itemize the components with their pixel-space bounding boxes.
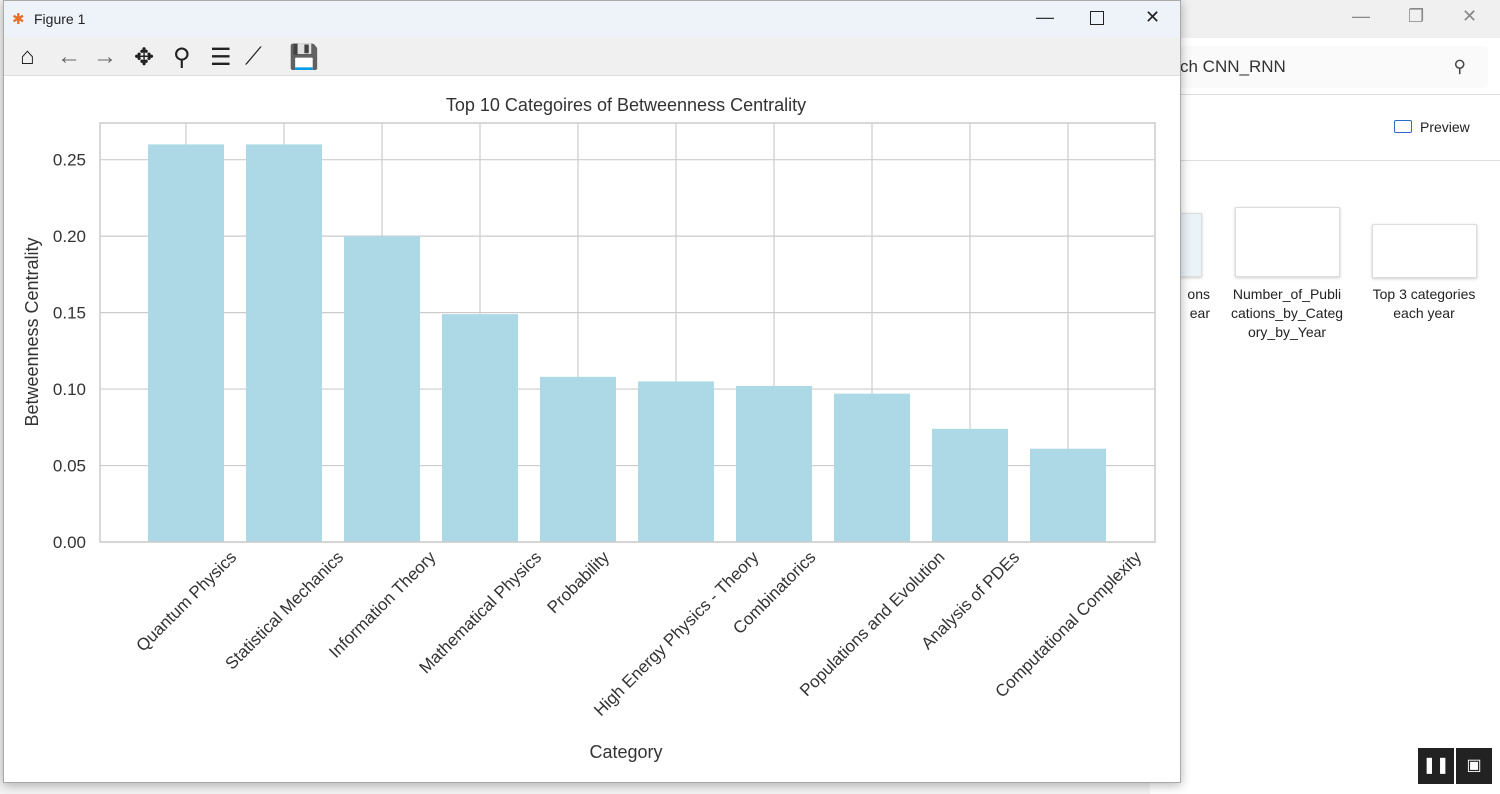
file-name[interactable]: Top 3 categories each year: [1362, 285, 1486, 323]
picture-icon[interactable]: ▣: [1456, 748, 1492, 784]
edit-axis-icon[interactable]: ⟋: [245, 43, 262, 71]
file-explorer-window: — ❐ ✕ ch CNN_RNN ⚲ Preview ons ear Number…: [1150, 0, 1500, 794]
x-tick-label: Populations and Evolution: [796, 548, 948, 700]
x-axis-label: Category: [589, 742, 662, 762]
bar: [1030, 448, 1106, 542]
maximize-button[interactable]: [1090, 11, 1104, 25]
y-tick-label: 0.10: [53, 380, 86, 399]
bar: [932, 428, 1008, 542]
y-tick-label: 0.15: [53, 304, 86, 323]
y-tick-label: 0.20: [53, 227, 86, 246]
bar: [442, 314, 518, 542]
file-thumbnail[interactable]: [1372, 224, 1477, 278]
home-icon[interactable]: ⌂: [20, 43, 35, 71]
app-icon: ✱: [12, 11, 25, 28]
y-tick-label: 0.00: [53, 533, 86, 552]
back-icon[interactable]: ←: [57, 43, 81, 71]
x-tick-label: Mathematical Physics: [416, 548, 546, 678]
preview-button[interactable]: Preview: [1394, 119, 1470, 135]
configure-subplots-icon[interactable]: ☰: [210, 43, 232, 72]
explorer-command-bar: Preview: [1150, 94, 1500, 161]
zoom-icon[interactable]: ⚲: [173, 43, 191, 72]
save-icon[interactable]: 💾: [289, 43, 319, 72]
taskbar-buttons: ❚❚ ▣: [1418, 748, 1494, 784]
y-tick-label: 0.25: [53, 151, 86, 170]
chart-title: Top 10 Categoires of Betweenness Central…: [446, 95, 806, 115]
toolbar: ⌂ ← → ✥ ⚲ ☰ ⟋ 💾: [4, 37, 1180, 76]
search-icon: ⚲: [1453, 57, 1466, 76]
pause-icon[interactable]: ❚❚: [1418, 748, 1454, 784]
titlebar: ✱ Figure 1 — ✕: [4, 1, 1180, 37]
x-tick-label: Statistical Mechanics: [222, 548, 348, 674]
restore-icon[interactable]: ❐: [1408, 6, 1424, 27]
bar: [246, 144, 322, 542]
bar-chart: 0.00 0.05 0.10 0.15 0.20 0.25 Quantum PhysicsS…: [22, 95, 1156, 762]
x-tick-label: Probability: [544, 547, 614, 617]
minimize-icon[interactable]: —: [1352, 6, 1370, 27]
explorer-titlebar: — ❐ ✕: [1150, 0, 1500, 38]
bar: [736, 386, 812, 542]
minimize-button[interactable]: —: [1036, 7, 1054, 28]
bar: [344, 236, 420, 542]
x-tick-label: Computational Complexity: [991, 547, 1145, 701]
y-tick-label: 0.05: [53, 457, 86, 476]
figure-window: ✱ Figure 1 — ✕ ⌂ ← → ✥ ⚲ ☰ ⟋ 💾 0.00 0.05 0…: [3, 0, 1181, 783]
preview-pane-icon: [1394, 120, 1412, 133]
x-tick-label: High Energy Physics - Theory: [590, 547, 763, 720]
file-thumbnail[interactable]: [1235, 207, 1340, 277]
x-tick-label: Quantum Physics: [133, 548, 241, 656]
bar: [148, 144, 224, 542]
search-input[interactable]: ch CNN_RNN ⚲: [1170, 46, 1488, 88]
close-button[interactable]: ✕: [1145, 7, 1160, 28]
bar: [638, 381, 714, 542]
pan-icon[interactable]: ✥: [134, 43, 154, 72]
close-icon[interactable]: ✕: [1462, 6, 1477, 27]
window-title: Figure 1: [34, 11, 86, 27]
y-axis-label: Betweenness Centrality: [22, 237, 42, 426]
file-name[interactable]: Number_of_Publi cations_by_Categ ory_by_…: [1228, 285, 1346, 342]
bar: [834, 393, 910, 542]
bar: [540, 376, 616, 542]
forward-icon[interactable]: →: [93, 43, 117, 71]
